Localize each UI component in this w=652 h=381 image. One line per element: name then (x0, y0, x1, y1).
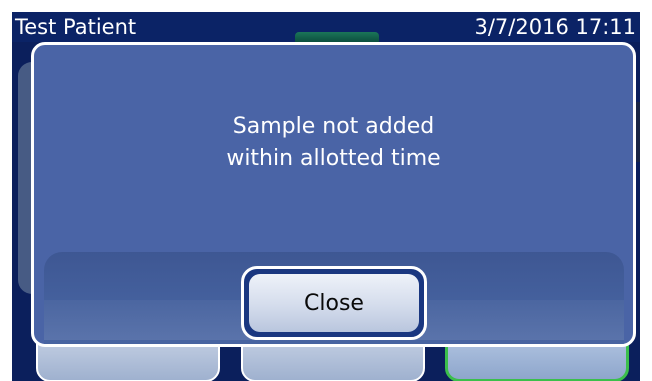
close-button[interactable]: Close (241, 266, 427, 340)
message-line-2: within allotted time (226, 146, 441, 171)
date-time: 3/7/2016 17:11 (474, 15, 636, 39)
patient-name: Test Patient (15, 15, 137, 39)
close-button-label[interactable]: Close (249, 274, 419, 332)
message-line-1: Sample not added (232, 114, 435, 139)
alert-dialog: Sample not added within allotted time Cl… (31, 42, 636, 347)
device-screen: Test Patient 3/7/2016 17:11 Sample not a… (12, 12, 640, 381)
dialog-message: Sample not added within allotted time (34, 111, 633, 175)
title-bar: Test Patient 3/7/2016 17:11 (12, 12, 640, 42)
background-tab-hint (295, 32, 379, 42)
